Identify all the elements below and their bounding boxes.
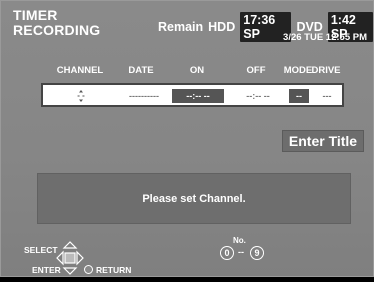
title-line-2: RECORDING	[13, 22, 101, 38]
column-header-channel: CHANNEL	[56, 65, 104, 76]
mode-field[interactable]: --	[289, 89, 309, 103]
number-key-0-icon: 0	[220, 246, 234, 260]
column-header-off: OFF	[246, 65, 266, 76]
column-header-on: ON	[189, 65, 205, 76]
drive-field[interactable]: ---	[315, 89, 339, 103]
channel-adjust-icon: - -	[77, 90, 85, 102]
column-header-mode: MODE	[283, 65, 313, 76]
column-header-date: DATE	[128, 65, 154, 76]
number-range-dash: --	[238, 247, 244, 257]
title-line-1: TIMER	[13, 7, 58, 23]
enter-title-button[interactable]: Enter Title	[282, 130, 364, 152]
column-headers: CHANNEL DATE ON OFF MODE DRIVE	[1, 65, 374, 77]
return-label: RETURN	[96, 265, 132, 275]
on-time-field[interactable]: --:-- --	[172, 89, 224, 103]
page-title: TIMER RECORDING	[13, 8, 100, 38]
date-field[interactable]: ----------	[121, 89, 167, 103]
number-keys-label: No.	[233, 236, 246, 245]
enter-label: ENTER	[32, 265, 61, 275]
off-time-field[interactable]: --:-- --	[232, 89, 284, 103]
select-label: SELECT	[24, 245, 58, 255]
channel-value: - -	[77, 91, 85, 100]
current-datetime: 3/26 TUE 12:55 PM	[283, 32, 367, 43]
return-button-icon	[84, 265, 93, 274]
timer-recording-screen: TIMER RECORDING Remain HDD 17:36 SP DVD …	[0, 0, 374, 282]
timer-program-row[interactable]: - - ---------- --:-- -- --:-- -- -- ---	[41, 83, 344, 107]
channel-field[interactable]: - -	[69, 89, 93, 103]
hdd-label: HDD	[208, 20, 236, 34]
column-header-drive: DRIVE	[311, 65, 341, 76]
remain-label: Remain	[158, 20, 204, 34]
number-key-9-icon: 9	[250, 246, 264, 260]
status-message: Please set Channel.	[37, 173, 351, 224]
timer-recording-panel: TIMER RECORDING Remain HDD 17:36 SP DVD …	[0, 0, 374, 277]
